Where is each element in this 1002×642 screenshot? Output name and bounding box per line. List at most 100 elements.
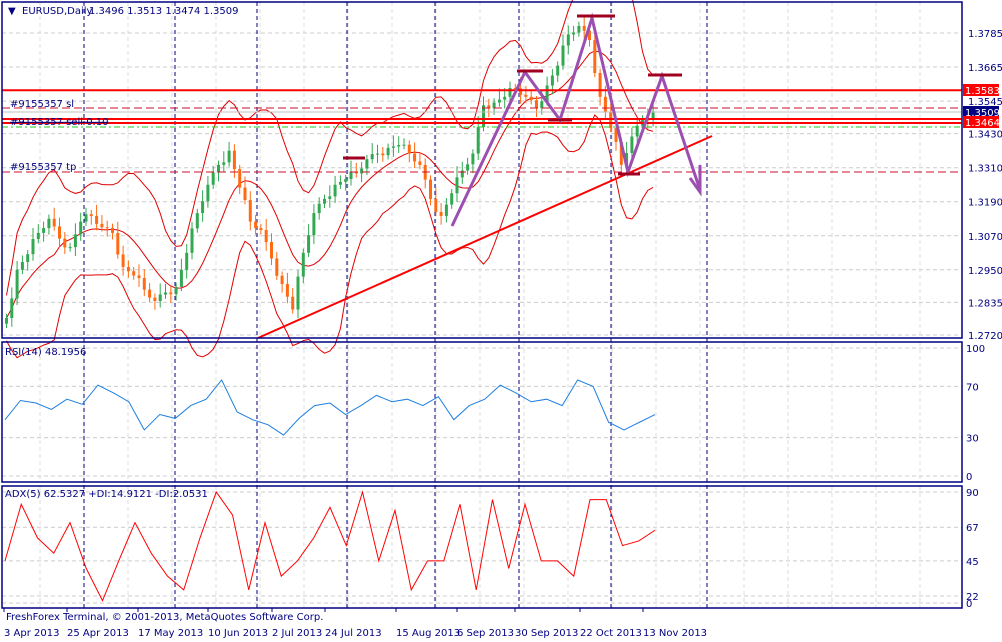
candle-body — [31, 239, 35, 255]
candle-body — [100, 223, 104, 228]
candle-body — [185, 252, 189, 270]
candle-body — [307, 235, 311, 253]
price-label-level_high: 1.3583 — [965, 86, 1000, 97]
candle-body — [556, 65, 560, 76]
candle-body — [5, 318, 8, 324]
annotations[interactable] — [257, 12, 713, 339]
candle-body — [349, 171, 353, 180]
rsi-series — [4, 379, 656, 436]
candle-body — [370, 154, 374, 160]
candle-body — [376, 153, 379, 155]
date-tick: 2 Jul 2013 — [272, 628, 322, 639]
adx-line — [4, 490, 656, 602]
band-lower — [6, 114, 654, 359]
candle-body — [471, 153, 475, 165]
candle-body — [15, 269, 19, 299]
collapse-icon[interactable]: ▼ — [8, 6, 16, 17]
candles — [5, 14, 655, 328]
panel-frame-0 — [1, 1, 963, 339]
candle-body — [450, 193, 454, 205]
metatrader-chart[interactable]: 1.37851.36651.35451.34301.33101.31901.30… — [0, 0, 1002, 642]
date-tick: 17 May 2013 — [138, 628, 203, 639]
candle-body — [179, 269, 183, 287]
candle-body — [232, 150, 236, 170]
candle-body — [535, 100, 538, 109]
candle-body — [79, 221, 83, 235]
candle-body — [439, 211, 443, 216]
rsi-tick: 30 — [966, 434, 979, 445]
candle-body — [126, 266, 130, 272]
candle-body — [211, 172, 215, 185]
candle-body — [63, 238, 67, 248]
trend-line — [257, 135, 713, 339]
candle-body — [42, 228, 46, 233]
date-tick: 6 Sep 2013 — [457, 628, 514, 639]
candle-body — [169, 292, 173, 295]
price-tick: 1.2950 — [968, 266, 1002, 277]
candle-body — [264, 230, 268, 243]
candle-body — [630, 136, 634, 153]
bollinger-bands — [6, 0, 654, 359]
adx-tick: 45 — [966, 557, 979, 568]
date-tick: 22 Oct 2013 — [580, 628, 642, 639]
date-tick: 13 Nov 2013 — [643, 628, 707, 639]
candle-body — [550, 75, 554, 86]
symbol-title: EURUSD,Daily — [22, 6, 93, 17]
candle-body — [603, 96, 607, 113]
candle-body — [280, 275, 284, 284]
rsi-tick: 0 — [966, 472, 972, 483]
candle-body — [227, 150, 231, 163]
candle-body — [164, 292, 167, 295]
candle-body — [312, 213, 316, 236]
candle-body — [328, 196, 332, 199]
candle-body — [142, 278, 146, 290]
candle-body — [434, 198, 438, 212]
panel-frame-1 — [1, 341, 963, 483]
candle-body — [137, 275, 141, 279]
candle-body — [291, 296, 295, 310]
candle-body — [429, 179, 432, 199]
candle-body — [217, 164, 220, 173]
candle-body — [566, 34, 570, 46]
candle-body — [121, 254, 125, 267]
price-label-level_entry: 1.3464 — [965, 118, 1000, 129]
sl-label: #9155357 sl — [10, 99, 74, 110]
price-tick: 1.3190 — [968, 198, 1002, 209]
candle-body — [582, 25, 586, 31]
candle-body — [248, 200, 252, 222]
candle-body — [201, 201, 205, 214]
candle-body — [407, 144, 411, 154]
candle-body — [195, 213, 199, 229]
candle-body — [609, 112, 613, 129]
candle-body — [455, 177, 459, 194]
candle-body — [10, 298, 14, 319]
candle-body — [593, 40, 597, 73]
candle-body — [47, 218, 51, 229]
price-tick: 1.3070 — [968, 232, 1002, 243]
candle-body — [275, 258, 279, 276]
candle-body — [577, 25, 581, 33]
candle-body — [174, 286, 178, 295]
adx-tick: 0 — [966, 599, 972, 610]
candle-body — [132, 271, 136, 276]
rsi-title: RSI(14) 48.1956 — [5, 347, 86, 358]
candle-body — [391, 146, 395, 148]
candle-body — [365, 159, 369, 169]
candle-body — [323, 198, 326, 204]
rsi-tick: 70 — [966, 382, 979, 393]
price-tick: 1.3665 — [968, 63, 1002, 74]
candle-body — [52, 218, 56, 227]
candle-body — [238, 169, 242, 188]
band-upper — [6, 0, 654, 296]
candle-body — [222, 162, 226, 165]
price-tick: 1.2720 — [968, 331, 1002, 342]
candle-body — [243, 187, 247, 201]
candle-body — [148, 289, 152, 298]
adx-tick: 67 — [966, 523, 979, 534]
adx-series — [4, 490, 656, 602]
candle-body — [73, 234, 77, 248]
candle-body — [105, 227, 109, 229]
candle-body — [598, 72, 602, 97]
candle-body — [301, 252, 305, 277]
date-tick: 24 Jul 2013 — [325, 628, 382, 639]
